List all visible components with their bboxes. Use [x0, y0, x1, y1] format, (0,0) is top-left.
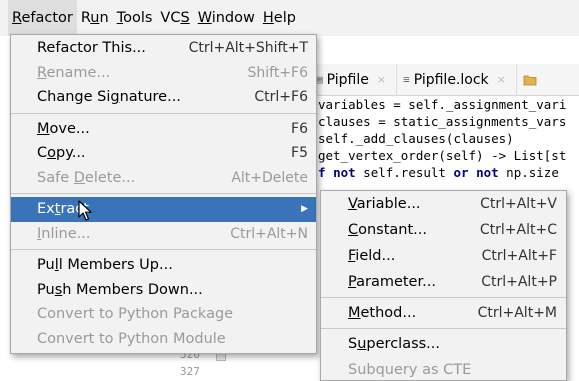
shortcut-label: Alt+Delete: [231, 169, 308, 186]
shortcut-label: Ctrl+Alt+F: [481, 248, 557, 264]
menu-item-change-signature[interactable]: Change Signature... Ctrl+F6: [11, 85, 316, 110]
tab-label: Pipfile: [326, 71, 369, 88]
shortcut-label: Ctrl+Alt+Shift+T: [188, 40, 308, 57]
menu-item-label: Subquery as CTE: [348, 362, 472, 378]
extract-item-constant[interactable]: Constant... Ctrl+Alt+C: [321, 217, 566, 243]
extract-item-subquery-as-cte: Subquery as CTE: [321, 357, 566, 381]
menu-separator: [11, 193, 316, 194]
menu-tools[interactable]: Tools: [113, 0, 157, 36]
menu-item-inline: Inline... Ctrl+Alt+N: [11, 222, 316, 247]
extract-submenu: Variable... Ctrl+Alt+V Constant... Ctrl+Alt…: [320, 190, 567, 381]
menu-item-refactor-this[interactable]: Refactor This... Ctrl+Alt+Shift+T: [11, 36, 316, 61]
menu-item-label: Refactor This...: [37, 40, 146, 57]
close-tab-icon[interactable]: ×: [377, 73, 386, 86]
menu-item-label: Move...: [37, 120, 90, 137]
extract-item-method[interactable]: Method... Ctrl+Alt+M: [321, 300, 566, 326]
menu-item-convert-to-python-package: Convert to Python Package: [11, 302, 316, 327]
menu-item-label: Method...: [348, 305, 417, 321]
menu-item-label: Variable...: [348, 196, 421, 212]
lock-file-icon: ≡: [403, 73, 410, 86]
code-line: variables = self._assignment_vari: [318, 97, 567, 112]
extract-item-parameter[interactable]: Parameter... Ctrl+Alt+P: [321, 269, 566, 295]
menu-item-label: Change Signature...: [37, 89, 181, 106]
menu-item-convert-to-python-module: Convert to Python Module: [11, 327, 316, 352]
mouse-pointer-icon: [78, 200, 92, 221]
tab-label: Pipfile.lock: [413, 71, 489, 88]
menu-item-pull-members-up[interactable]: Pull Members Up...: [11, 253, 316, 278]
menu-refactor[interactable]: Refactor: [8, 0, 77, 36]
code-line: f not self.result or not np.size: [318, 165, 559, 180]
editor-tabs: ▤ Pipfile × ≡ Pipfile.lock ×: [310, 63, 579, 96]
menu-help[interactable]: Help: [259, 0, 300, 36]
code-editor[interactable]: variables = self._assignment_variclauses…: [318, 96, 579, 181]
code-line: get_vertex_order(self) -> List[st: [318, 148, 567, 163]
menu-item-label: Constant...: [348, 222, 428, 238]
menu-item-label: Convert to Python Package: [37, 306, 234, 323]
menu-item-label: Parameter...: [348, 274, 436, 290]
line-number: 327: [180, 365, 200, 378]
menu-item-label: Push Members Down...: [37, 281, 203, 298]
menu-item-label: Field...: [348, 248, 396, 264]
menu-vcs[interactable]: VCS: [156, 0, 193, 36]
menu-item-label: Pull Members Up...: [37, 257, 173, 274]
menu-item-extract[interactable]: Extract ▶: [11, 197, 316, 222]
menu-item-label: Convert to Python Module: [37, 330, 226, 347]
shortcut-label: Ctrl+Alt+C: [479, 222, 557, 238]
menu-item-label: Superclass...: [348, 336, 441, 352]
menu-separator: [11, 112, 316, 114]
shortcut-label: F5: [291, 145, 308, 162]
extract-item-field[interactable]: Field... Ctrl+Alt+F: [321, 243, 566, 269]
code-line: self._add_clauses(clauses): [318, 131, 514, 146]
menu-item-label: Extract: [37, 201, 89, 218]
close-tab-icon[interactable]: ×: [497, 73, 506, 86]
menu-separator: [321, 297, 566, 298]
menu-item-label: Copy...: [37, 145, 86, 162]
menu-separator: [321, 328, 566, 329]
menu-bar: Refactor Run Tools VCS Window Help: [0, 0, 579, 36]
menu-separator: [11, 249, 316, 250]
submenu-arrow-icon: ▶: [301, 204, 308, 215]
shortcut-label: F6: [291, 120, 308, 137]
menu-item-move[interactable]: Move... F6: [11, 117, 316, 142]
menu-item-copy[interactable]: Copy... F5: [11, 141, 316, 166]
menu-item-push-members-down[interactable]: Push Members Down...: [11, 278, 316, 303]
folder-icon[interactable]: [517, 64, 543, 96]
shortcut-label: Ctrl+Alt+N: [230, 225, 308, 242]
extract-item-variable[interactable]: Variable... Ctrl+Alt+V: [321, 191, 566, 217]
shortcut-label: Ctrl+Alt+M: [477, 305, 557, 321]
menu-window[interactable]: Window: [194, 0, 259, 36]
shortcut-label: Ctrl+Alt+V: [480, 196, 557, 212]
menu-item-safe-delete: Safe Delete... Alt+Delete: [11, 166, 316, 191]
shortcut-label: Ctrl+F6: [254, 89, 308, 106]
menu-item-label: Rename...: [37, 64, 111, 81]
menu-item-rename: Rename... Shift+F6: [11, 61, 316, 86]
code-line: clauses = static_assignments_vars: [318, 114, 567, 129]
shortcut-label: Shift+F6: [247, 64, 308, 81]
extract-item-superclass[interactable]: Superclass...: [321, 331, 566, 357]
menu-item-label: Safe Delete...: [37, 169, 136, 186]
shortcut-label: Ctrl+Alt+P: [481, 274, 557, 290]
menu-run[interactable]: Run: [77, 0, 113, 36]
tab-pipfile-lock[interactable]: ≡ Pipfile.lock ×: [397, 63, 517, 96]
menu-item-label: Inline...: [37, 225, 91, 242]
refactor-menu: Refactor This... Ctrl+Alt+Shift+T Rename..…: [10, 34, 317, 354]
tab-pipfile[interactable]: ▤ Pipfile ×: [310, 63, 398, 96]
